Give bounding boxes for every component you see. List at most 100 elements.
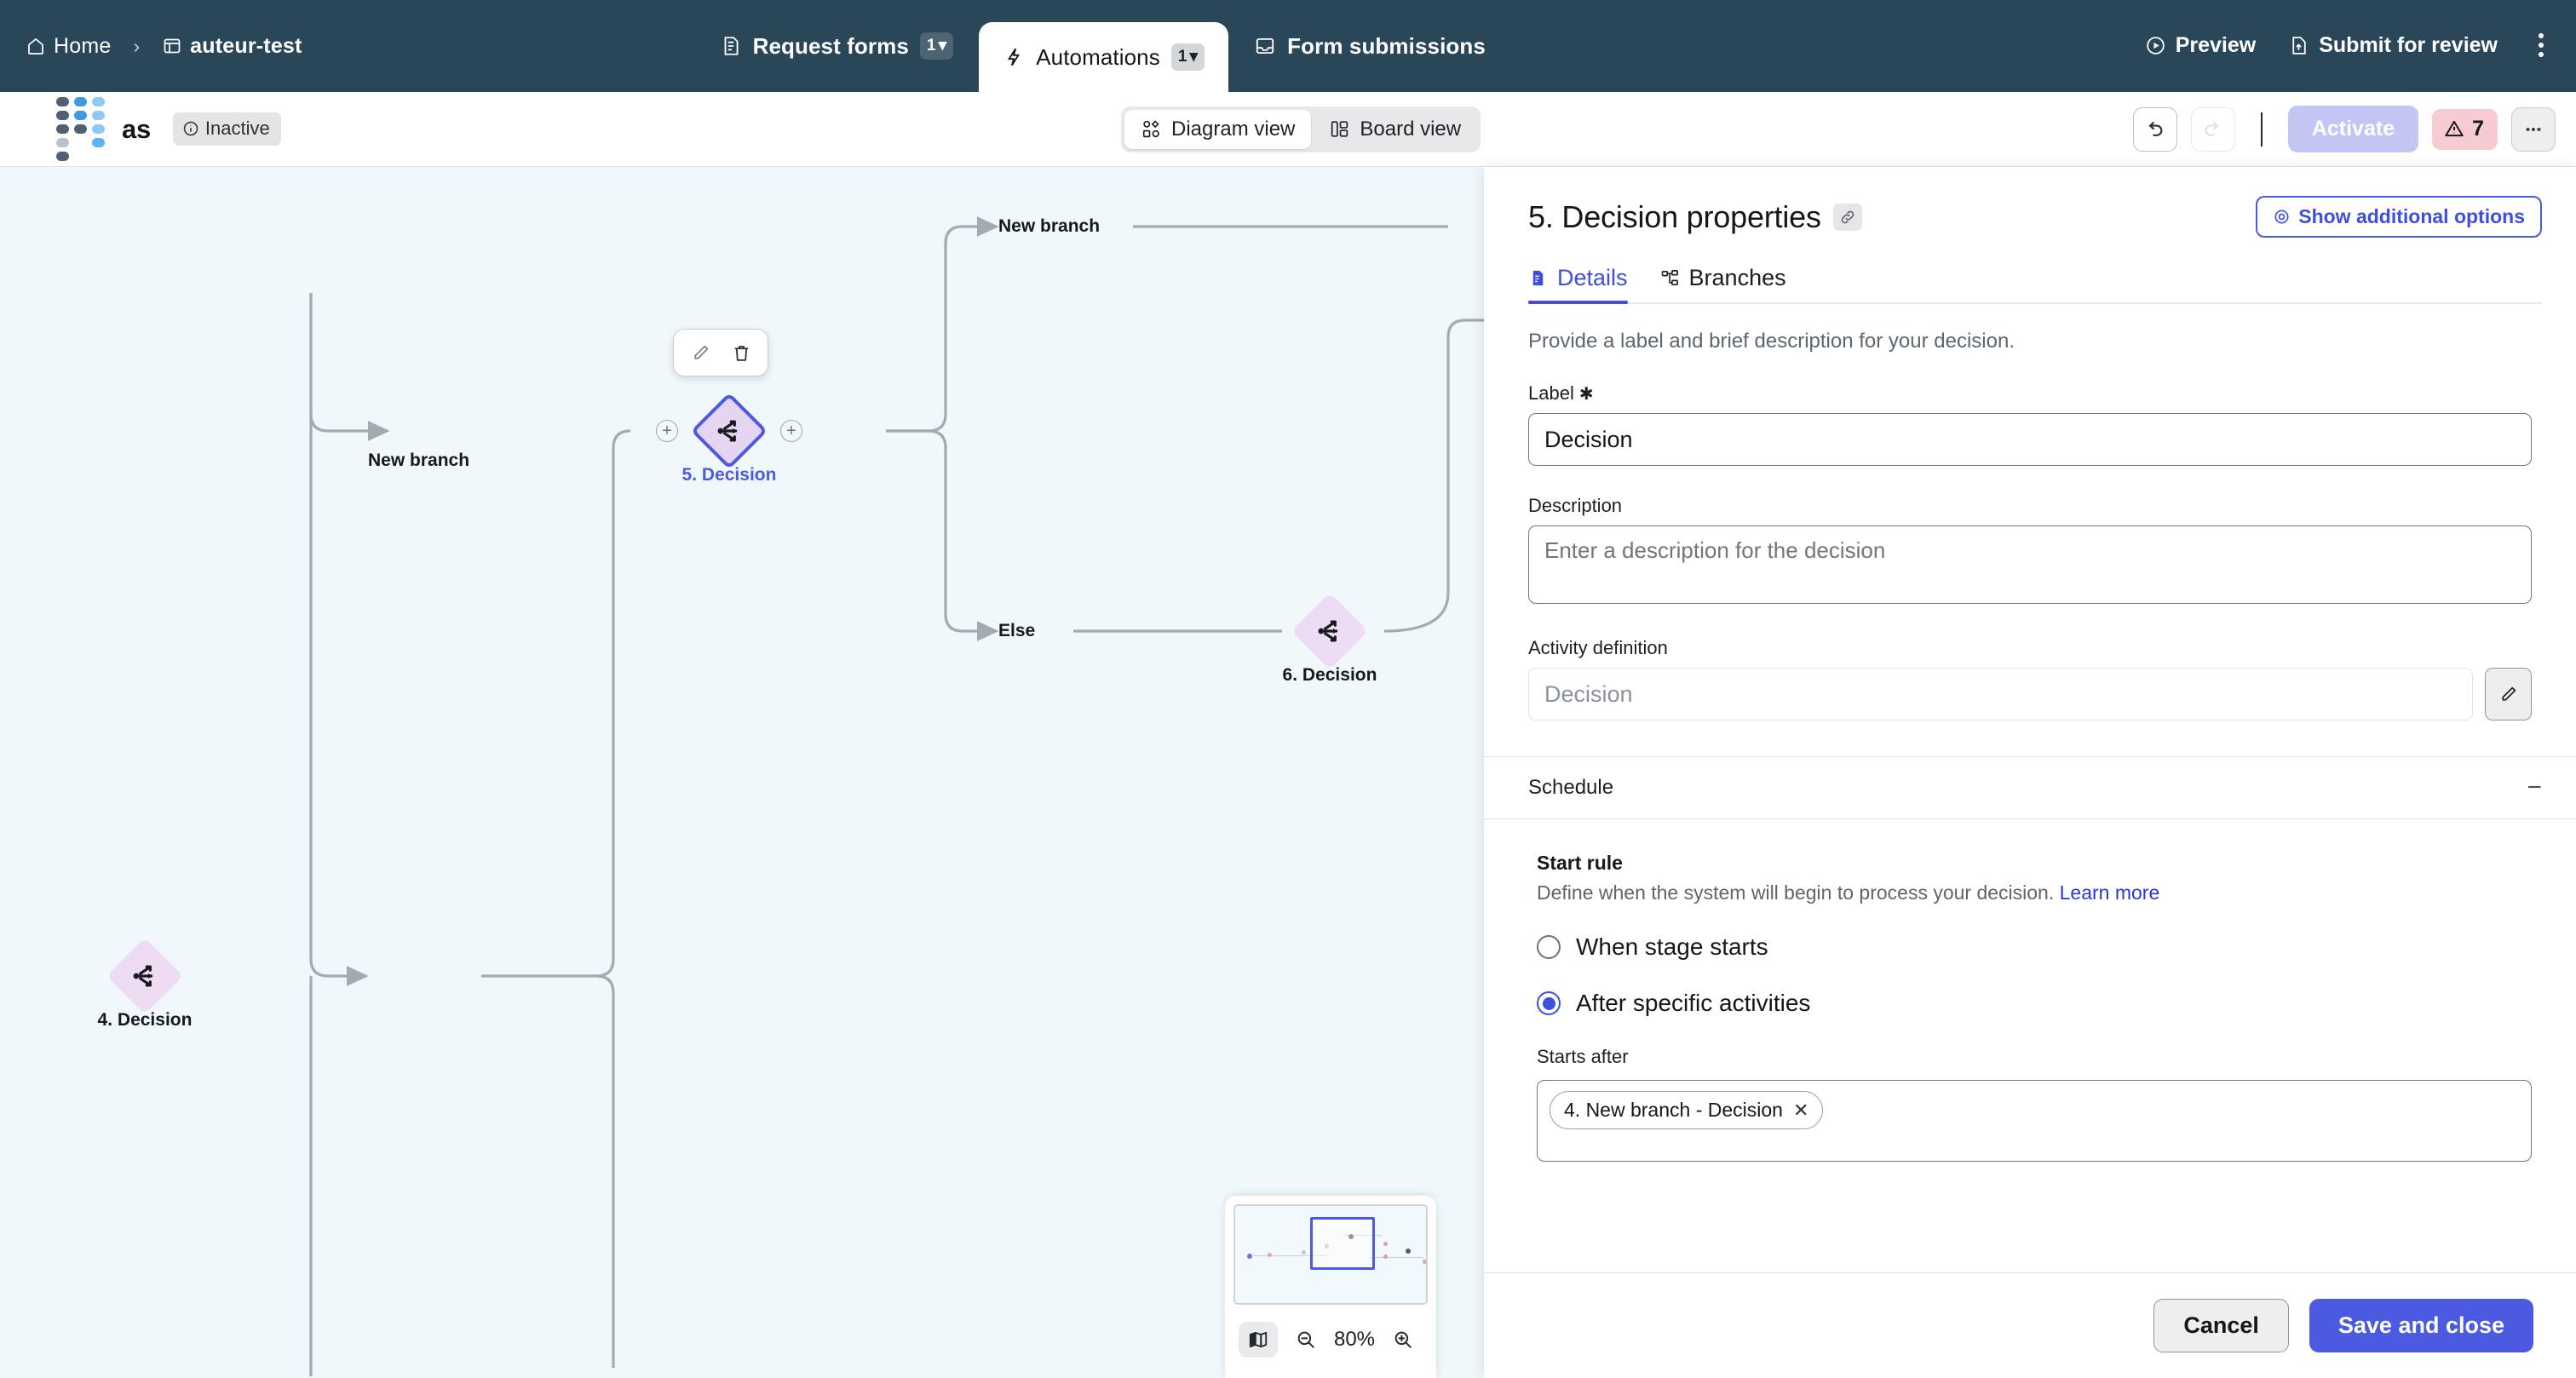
validation-warning-badge[interactable]: 7 [2432, 108, 2498, 150]
automation-toolbar: as Inactive Diagram view Board view Acti… [0, 92, 2576, 167]
view-diagram-label: Diagram view [1171, 117, 1296, 141]
page-title: 5. Decision properties [1528, 198, 1821, 234]
activity-chip[interactable]: 4. New branch - Decision ✕ [1550, 1091, 1824, 1129]
tab-request-forms[interactable]: Request forms 1 ▾ [694, 0, 980, 92]
panel-body: Provide a label and brief description fo… [1484, 304, 2576, 1272]
upload-file-icon [2288, 35, 2309, 56]
top-navigation-bar: Home › auteur-test Request forms 1 ▾ Aut… [0, 0, 2576, 92]
minimap[interactable] [1233, 1204, 1428, 1305]
breadcrumb: Home › auteur-test [26, 0, 302, 92]
activity-definition-label: Activity definition [1528, 637, 2532, 659]
diagram-node-5-decision[interactable]: + + 5. Decision [656, 329, 802, 485]
breadcrumb-item-project[interactable]: auteur-test [162, 34, 302, 59]
radio-after-specific-activities[interactable]: After specific activities [1537, 990, 2532, 1017]
link-icon[interactable] [1832, 203, 1862, 231]
toolbar-actions: Activate 7 [2132, 106, 2556, 152]
description-textarea[interactable] [1528, 525, 2532, 604]
preview-button[interactable]: Preview [2145, 33, 2256, 58]
tab-automations-count[interactable]: 1 ▾ [1170, 43, 1205, 71]
branches-icon [1660, 268, 1680, 288]
required-marker: ✱ [1578, 384, 1594, 404]
node-delete-button[interactable] [723, 336, 759, 369]
breadcrumb-item-home[interactable]: Home [26, 34, 112, 59]
starts-after-label: Starts after [1537, 1046, 2532, 1068]
node-context-toolbar [673, 329, 768, 376]
radio-label: When stage starts [1576, 933, 1768, 960]
label-text: Description [1528, 495, 1623, 516]
zoom-out-icon[interactable] [1286, 1322, 1325, 1358]
view-diagram-button[interactable]: Diagram view [1124, 109, 1312, 149]
decision-split-icon [702, 404, 756, 458]
tab-automations[interactable]: Automations 1 ▾ [979, 22, 1229, 92]
node-label: 6. Decision [1282, 665, 1377, 685]
start-rule-description: Define when the system will begin to pro… [1537, 881, 2532, 904]
edge-label-new-branch-left: New branch [368, 451, 470, 470]
save-and-close-button[interactable]: Save and close [2309, 1299, 2533, 1352]
label-field-label: Label ✱ [1528, 382, 2532, 405]
node-edit-button[interactable] [682, 336, 718, 369]
tab-automations-label: Automations [1036, 43, 1160, 70]
eye-icon [2273, 208, 2291, 226]
close-icon[interactable]: ✕ [1793, 1100, 1808, 1122]
radio-when-stage-starts[interactable]: When stage starts [1537, 933, 2532, 961]
properties-panel: 5. Decision properties Show additional o… [1484, 167, 2576, 1378]
form-icon [720, 35, 742, 57]
node-label: 4. Decision [97, 1010, 193, 1030]
count-value: 1 [926, 36, 936, 55]
map-icon[interactable] [1239, 1322, 1278, 1358]
collapse-icon[interactable]: − [2527, 775, 2542, 801]
submit-for-review-button[interactable]: Submit for review [2288, 33, 2498, 58]
learn-more-link[interactable]: Learn more [2060, 881, 2160, 904]
pencil-icon[interactable] [2485, 668, 2532, 721]
panel-header: 5. Decision properties Show additional o… [1484, 167, 2576, 304]
view-board-button[interactable]: Board view [1313, 110, 1477, 149]
automation-icon [1003, 46, 1025, 68]
label-text: Starts after [1537, 1046, 1629, 1067]
kebab-menu-icon[interactable] [2530, 28, 2552, 62]
tab-branches[interactable]: Branches [1660, 265, 1786, 302]
schedule-accordion-header[interactable]: Schedule − [1484, 756, 2576, 819]
edge-label-else: Else [998, 621, 1036, 640]
undo-button[interactable] [2132, 106, 2177, 152]
ellipsis-icon[interactable] [2511, 106, 2556, 152]
diagram-icon [1141, 118, 1162, 140]
tab-request-forms-count[interactable]: 1 ▾ [919, 32, 954, 60]
starts-after-chip-input[interactable]: 4. New branch - Decision ✕ [1537, 1080, 2532, 1162]
minimap-panel: 80% [1225, 1196, 1436, 1378]
inbox-icon [1254, 35, 1276, 57]
start-rule-description-text: Define when the system will begin to pro… [1537, 881, 2055, 904]
show-additional-options-button[interactable]: Show additional options [2256, 196, 2542, 238]
zoom-in-icon[interactable] [1383, 1322, 1423, 1358]
schedule-section: Start rule Define when the system will b… [1484, 819, 2576, 1162]
app-logo-icon [56, 97, 105, 161]
label-input[interactable] [1528, 413, 2532, 466]
status-badge: Inactive [172, 112, 281, 146]
diagram-node-6-decision[interactable]: 6. Decision [1283, 592, 1377, 685]
play-circle-icon [2145, 35, 2166, 56]
status-label: Inactive [204, 118, 270, 139]
starts-after-group: Starts after 4. New branch - Decision ✕ [1537, 1046, 2532, 1162]
panel-footer: Cancel Save and close [1484, 1272, 2576, 1378]
home-icon [26, 36, 46, 56]
diagram-node-4-decision[interactable]: 4. Decision [98, 937, 192, 1030]
tab-details-label: Details [1557, 265, 1628, 290]
cancel-button[interactable]: Cancel [2153, 1299, 2289, 1352]
add-node-after-handle[interactable]: + [780, 420, 802, 442]
warning-triangle-icon [2443, 118, 2465, 140]
activate-button[interactable]: Activate [2287, 106, 2419, 152]
add-node-before-handle[interactable]: + [656, 420, 678, 442]
radio-button[interactable] [1537, 991, 1561, 1015]
submit-for-review-label: Submit for review [2319, 32, 2498, 57]
tab-form-submissions[interactable]: Form submissions [1228, 0, 1511, 92]
schedule-title: Schedule [1528, 776, 1614, 799]
decision-split-icon [118, 949, 172, 1003]
description-field-group: Description [1528, 495, 2532, 608]
tab-details[interactable]: Details [1528, 265, 1628, 304]
view-board-label: Board view [1360, 117, 1462, 141]
radio-button[interactable] [1537, 935, 1561, 959]
label-field-group: Label ✱ [1528, 382, 2532, 466]
top-nav-actions: Preview Submit for review [2145, 0, 2552, 92]
count-value: 1 [1177, 47, 1187, 66]
tab-request-forms-label: Request forms [752, 32, 909, 59]
minimap-viewport[interactable] [1310, 1217, 1375, 1270]
